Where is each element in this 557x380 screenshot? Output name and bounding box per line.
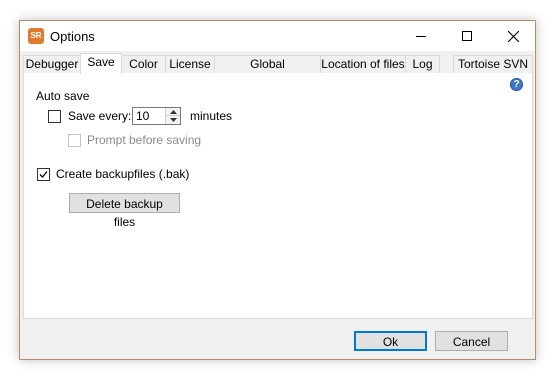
interval-value[interactable]: 10 [136, 109, 149, 123]
interval-unit-label: minutes [190, 109, 233, 123]
create-backup-label[interactable]: Create backupfiles (.bak) [56, 167, 189, 181]
tab-global-configuration[interactable]: Global configuration [214, 55, 321, 87]
ok-button[interactable]: Ok [354, 331, 427, 351]
maximize-button[interactable] [444, 21, 490, 51]
tab-bar: Debugger Save Color License Global confi… [23, 53, 533, 87]
maximize-icon [462, 31, 472, 41]
interval-increment-button[interactable] [166, 108, 180, 116]
caret-down-icon [169, 118, 177, 122]
title-bar[interactable]: SR Options [20, 21, 535, 51]
caret-up-icon [169, 109, 177, 114]
save-every-checkbox[interactable] [48, 110, 61, 123]
app-icon: SR [28, 28, 44, 44]
tab-debugger[interactable]: Debugger [23, 55, 81, 73]
create-backup-checkbox[interactable] [37, 168, 50, 181]
options-dialog: SR Options Debugger Save Color License G… [19, 20, 536, 360]
tab-log[interactable]: Log [405, 55, 440, 73]
close-icon [507, 30, 519, 42]
prompt-before-saving-label: Prompt before saving [87, 133, 202, 147]
cancel-button[interactable]: Cancel [435, 331, 508, 351]
interval-stepper[interactable]: 10 [132, 107, 181, 125]
minimize-icon [416, 36, 426, 37]
tab-location-of-files[interactable]: Location of files [320, 55, 406, 73]
tab-tortoise-svn[interactable]: Tortoise SVN [453, 55, 533, 73]
save-every-label[interactable]: Save every: [68, 109, 131, 123]
close-button[interactable] [490, 21, 536, 51]
help-icon[interactable]: ? [510, 78, 523, 91]
tab-color[interactable]: Color [121, 55, 166, 73]
tab-save[interactable]: Save [80, 53, 122, 74]
prompt-before-saving-checkbox[interactable] [68, 134, 81, 147]
window-title: Options [50, 29, 95, 44]
minimize-button[interactable] [398, 21, 444, 51]
auto-save-group-label: Auto save [36, 89, 90, 103]
save-tab-panel: Auto save Save every: 10 minutes Prompt … [23, 73, 533, 319]
tab-license[interactable]: License [165, 55, 215, 73]
delete-backup-files-button[interactable]: Delete backup files [69, 193, 180, 229]
checkmark-icon [39, 171, 48, 178]
interval-decrement-button[interactable] [166, 116, 180, 124]
